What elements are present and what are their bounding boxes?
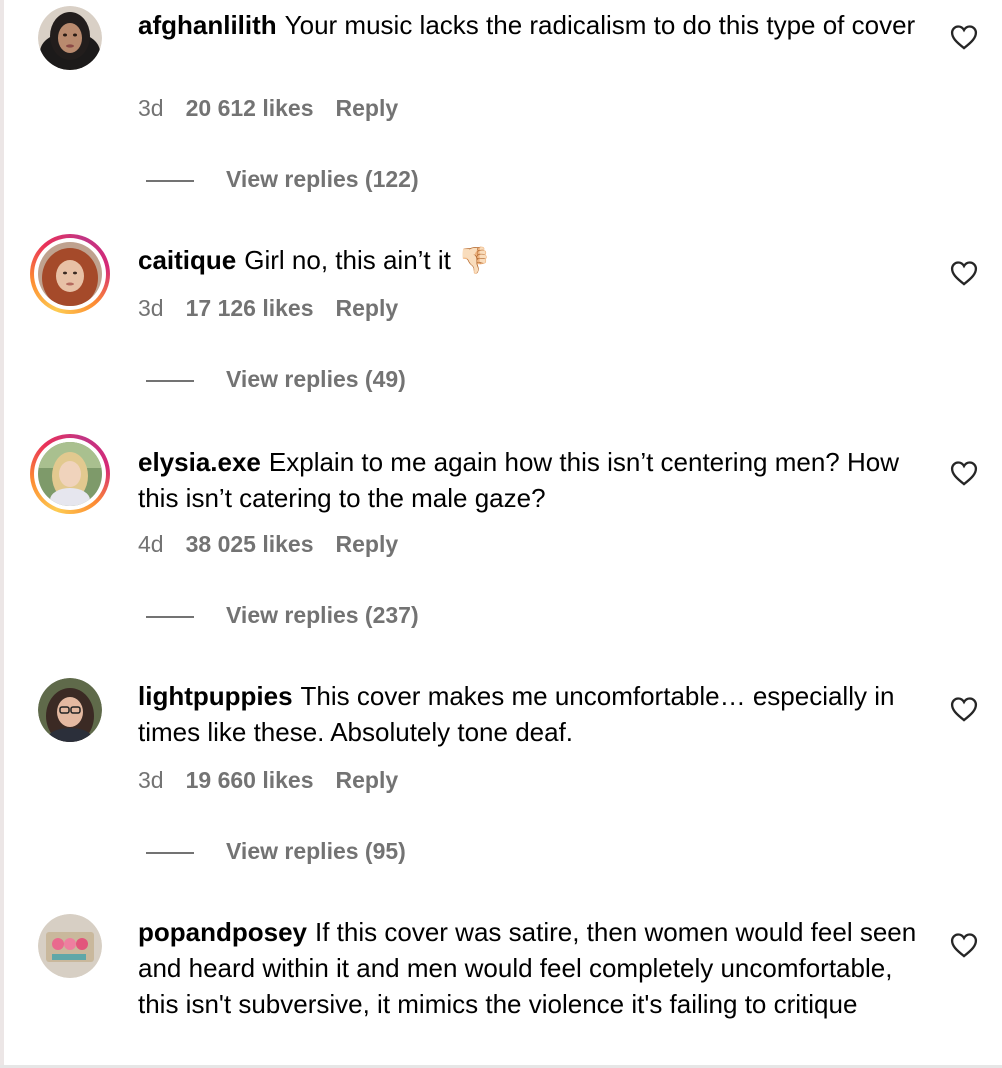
heart-outline-icon[interactable] bbox=[950, 460, 978, 486]
comment-likes[interactable]: 38 025 likes bbox=[186, 531, 314, 557]
avatar[interactable] bbox=[38, 914, 102, 978]
heart-outline-icon[interactable] bbox=[950, 260, 978, 286]
view-replies-button[interactable]: View replies (237) bbox=[226, 602, 419, 629]
comment-meta: 4d 38 025 likes Reply bbox=[138, 531, 420, 558]
reply-button[interactable]: Reply bbox=[336, 767, 399, 793]
comment-likes[interactable]: 20 612 likes bbox=[186, 95, 314, 121]
replies-divider bbox=[146, 180, 194, 182]
thumbs-down-emoji: 👎🏻 bbox=[458, 245, 491, 275]
view-replies-button[interactable]: View replies (49) bbox=[226, 366, 406, 393]
comment-meta: 3d 20 612 likes Reply bbox=[138, 95, 420, 122]
reply-button[interactable]: Reply bbox=[336, 295, 399, 321]
comment-body: caitique Girl no, this ain’t it 👎🏻 bbox=[138, 242, 928, 278]
avatar-story-ring[interactable] bbox=[30, 434, 110, 514]
profile-photo bbox=[38, 242, 102, 306]
heart-outline-icon[interactable] bbox=[950, 696, 978, 722]
avatar[interactable] bbox=[38, 678, 102, 742]
comment-meta: 3d 19 660 likes Reply bbox=[138, 767, 420, 794]
comment-username[interactable]: caitique bbox=[138, 245, 236, 275]
heart-outline-icon[interactable] bbox=[950, 932, 978, 958]
window-edge bbox=[0, 0, 4, 1068]
replies-divider bbox=[146, 616, 194, 618]
comment-username[interactable]: elysia.exe bbox=[138, 447, 261, 477]
avatar-story-ring[interactable] bbox=[30, 234, 110, 314]
comment-age: 3d bbox=[138, 767, 164, 793]
profile-photo bbox=[38, 6, 102, 70]
comment-username[interactable]: afghanlilith bbox=[138, 10, 277, 40]
comment-body: lightpuppies This cover makes me uncomfor… bbox=[138, 678, 928, 750]
profile-photo bbox=[38, 914, 102, 978]
comment-meta: 3d 17 126 likes Reply bbox=[138, 295, 420, 322]
profile-photo bbox=[38, 442, 102, 506]
replies-divider bbox=[146, 380, 194, 382]
comment-text: Girl no, this ain’t it bbox=[244, 245, 451, 275]
comment-username[interactable]: lightpuppies bbox=[138, 681, 293, 711]
comment-body: popandposey If this cover was satire, the… bbox=[138, 914, 928, 1022]
reply-button[interactable]: Reply bbox=[336, 531, 399, 557]
comment-body: elysia.exe Explain to me again how this i… bbox=[138, 444, 928, 516]
comment-age: 3d bbox=[138, 95, 164, 121]
comment-age: 4d bbox=[138, 531, 164, 557]
avatar[interactable] bbox=[38, 6, 102, 70]
view-replies-button[interactable]: View replies (95) bbox=[226, 838, 406, 865]
view-replies-button[interactable]: View replies (122) bbox=[226, 166, 419, 193]
profile-photo bbox=[38, 678, 102, 742]
reply-button[interactable]: Reply bbox=[336, 95, 399, 121]
replies-divider bbox=[146, 852, 194, 854]
comment-likes[interactable]: 17 126 likes bbox=[186, 295, 314, 321]
comment-age: 3d bbox=[138, 295, 164, 321]
comment-body: afghanlilith Your music lacks the radical… bbox=[138, 7, 928, 43]
comment-likes[interactable]: 19 660 likes bbox=[186, 767, 314, 793]
heart-outline-icon[interactable] bbox=[950, 24, 978, 50]
comment-text: Your music lacks the radicalism to do th… bbox=[284, 10, 916, 40]
comment-username[interactable]: popandposey bbox=[138, 917, 307, 947]
